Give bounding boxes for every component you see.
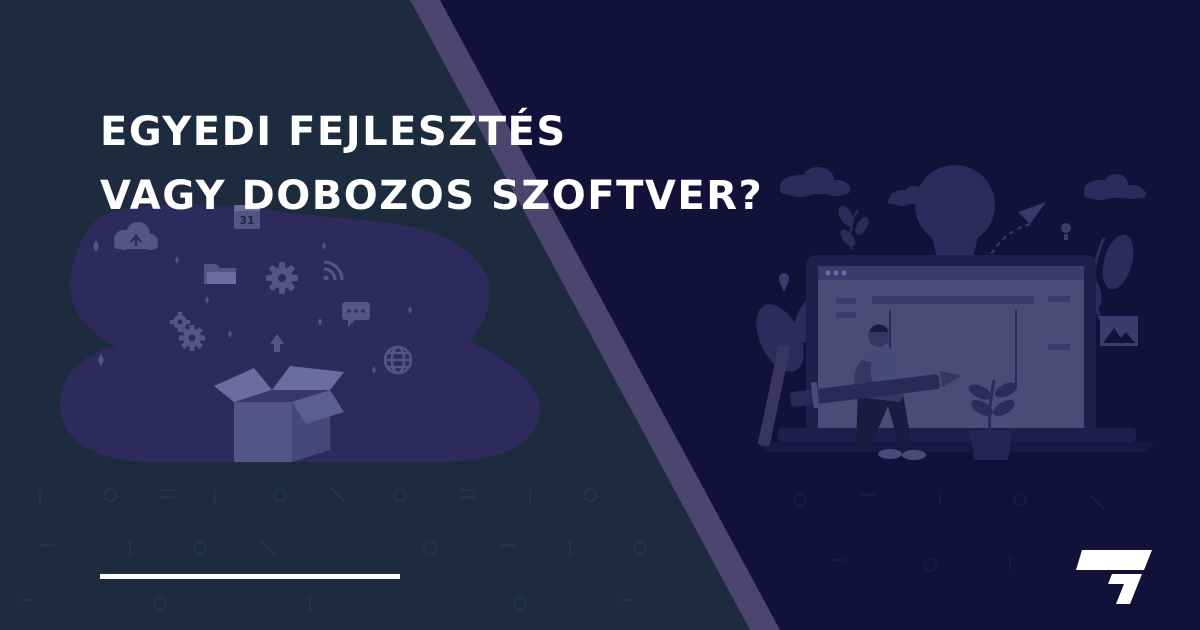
background-art: 31 <box>0 0 1200 630</box>
image-icon <box>1100 316 1138 346</box>
laptop-icon <box>756 255 1156 452</box>
headline-line-2: VAGY DOBOZOS SZOFTVER? <box>100 173 764 219</box>
title-underline <box>100 574 400 579</box>
headline-line-1: EGYEDI FEJLESZTÉS <box>100 109 567 155</box>
brand-logo-icon[interactable] <box>1076 550 1152 604</box>
headline: EGYEDI FEJLESZTÉS VAGY DOBOZOS SZOFTVER? <box>100 100 763 228</box>
gear-icon <box>266 262 298 294</box>
banner: 31 EGYEDI FEJLESZTÉS VAGY DOBOZOS SZOFTV… <box>0 0 1200 630</box>
